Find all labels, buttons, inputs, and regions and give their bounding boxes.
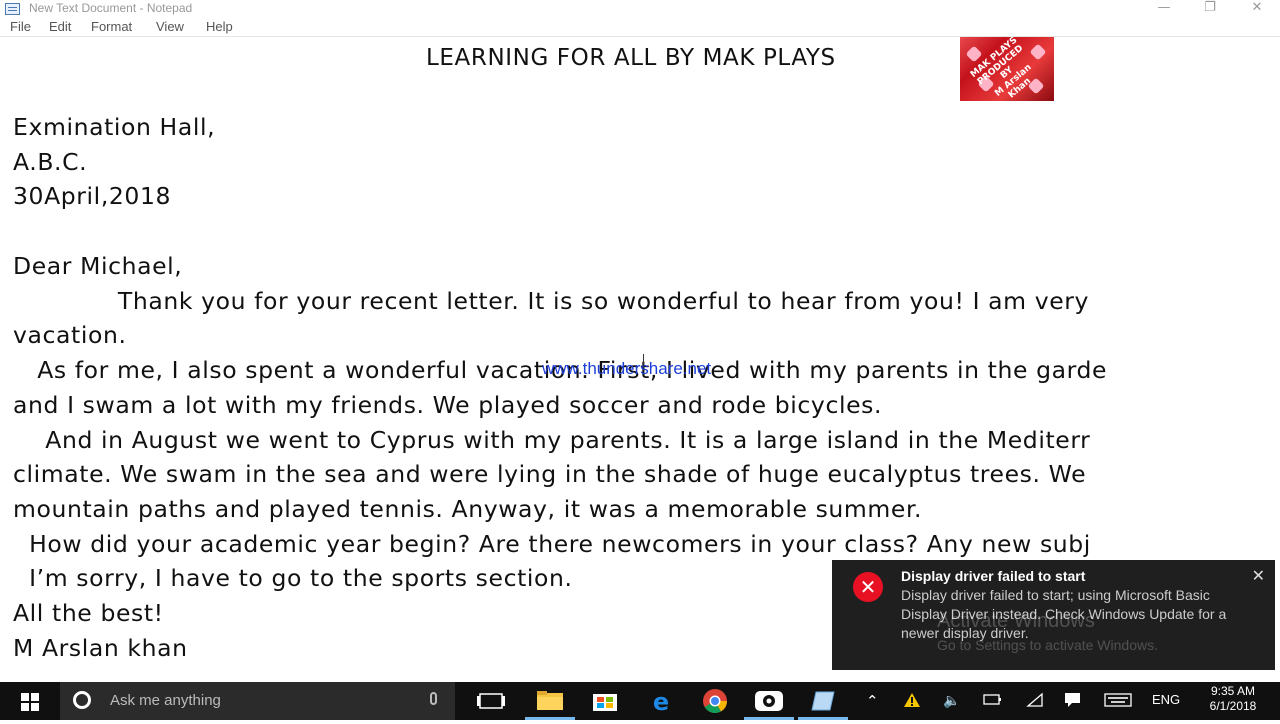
keyboard-icon[interactable]	[1104, 692, 1132, 711]
show-hidden-icons-chevron-icon[interactable]: ⌃	[866, 692, 879, 710]
edge-icon: e	[653, 688, 669, 716]
text-line: All the best!	[13, 599, 164, 627]
close-button[interactable]: ✕	[1234, 0, 1280, 18]
notepad-icon	[5, 3, 20, 15]
svg-text:e: e	[653, 688, 669, 716]
window-title: New Text Document - Notepad	[29, 1, 193, 15]
menu-file[interactable]: File	[10, 19, 31, 34]
text-line: A.B.C.	[13, 148, 88, 176]
activate-windows-watermark: Activate Windows Go to Settings to activ…	[937, 610, 1158, 653]
text-line: M Arslan khan	[13, 634, 188, 662]
clock-date: 6/1/2018	[1209, 699, 1257, 713]
clock[interactable]: 9:35 AM 6/1/2018	[1193, 684, 1273, 714]
message-icon	[1065, 693, 1080, 707]
text-cursor	[643, 354, 644, 368]
taskbar: Ask me anything e ⌃ 🔈 ENG 9:35 AM 6/1/20…	[0, 682, 1280, 720]
edge-button[interactable]: e	[636, 682, 686, 720]
cortana-icon	[73, 691, 91, 709]
warning-triangle-icon	[904, 693, 920, 707]
search-box[interactable]: Ask me anything	[60, 682, 455, 720]
clock-time: 9:35 AM	[1210, 684, 1256, 698]
folder-icon	[525, 691, 575, 720]
text-line: and I swam a lot with my friends. We pla…	[13, 391, 883, 419]
volume-icon[interactable]: 🔈	[943, 692, 960, 709]
text-line: climate. We swam in the sea and were lyi…	[13, 460, 1087, 488]
menu-format[interactable]: Format	[91, 19, 132, 34]
store-icon	[593, 694, 617, 711]
watermark-text: www.thundershare.net	[542, 359, 712, 378]
text-line: How did your academic year begin? Are th…	[13, 530, 1091, 558]
error-icon: ✕	[853, 572, 883, 602]
language-indicator[interactable]: ENG	[1152, 692, 1180, 707]
activate-title: Activate Windows	[937, 610, 1095, 632]
chrome-button[interactable]	[690, 682, 740, 720]
text-line: mountain paths and played tennis. Anyway…	[13, 495, 923, 523]
text-line: Exmination Hall,	[13, 113, 216, 141]
text-line: 30April,2018	[13, 182, 172, 210]
microphone-icon[interactable]	[430, 692, 437, 705]
start-button[interactable]	[0, 682, 60, 720]
battery-icon[interactable]	[983, 692, 1003, 709]
network-icon[interactable]	[1026, 692, 1046, 711]
notepad-taskbar-button[interactable]	[798, 682, 848, 720]
keyboard-shape-icon	[1104, 693, 1132, 707]
wifi-icon	[1026, 692, 1043, 707]
task-view-button[interactable]	[466, 682, 516, 720]
action-center-icon[interactable]	[1064, 692, 1082, 711]
document-heading: LEARNING FOR ALL BY MAK PLAYS	[426, 45, 836, 71]
text-line: vacation.	[13, 321, 127, 349]
activate-subtitle: Go to Settings to activate Windows.	[937, 637, 1158, 653]
media-icon	[744, 691, 794, 720]
title-bar: New Text Document - Notepad — ❐ ✕	[0, 0, 1280, 18]
store-button[interactable]	[580, 682, 630, 720]
menu-help[interactable]: Help	[206, 19, 233, 34]
battery-shape-icon	[983, 694, 1001, 705]
menu-bar: File Edit Format View Help	[0, 18, 1280, 36]
file-explorer-button[interactable]	[525, 682, 575, 720]
notification-close-button[interactable]: ✕	[1252, 566, 1265, 585]
notification-title: Display driver failed to start	[901, 568, 1086, 584]
text-line: And in August we went to Cyprus with my …	[13, 426, 1091, 454]
minimize-button[interactable]: —	[1141, 0, 1187, 18]
text-line: I’m sorry, I have to go to the sports se…	[13, 564, 573, 592]
menu-edit[interactable]: Edit	[49, 19, 71, 34]
text-line: Thank you for your recent letter. It is …	[13, 287, 1090, 315]
channel-logo: MAK PLAYS PRODUCED BY M Arslan Khan	[960, 37, 1054, 101]
chrome-icon	[703, 689, 727, 714]
warning-icon[interactable]	[903, 692, 921, 711]
windows-logo-icon	[21, 693, 39, 711]
menu-view[interactable]: View	[156, 19, 184, 34]
text-line: Dear Michael,	[13, 252, 183, 280]
task-view-icon	[477, 693, 505, 709]
notepad-icon	[798, 691, 848, 720]
maximize-button[interactable]: ❐	[1187, 0, 1233, 18]
media-app-button[interactable]	[744, 682, 794, 720]
search-placeholder: Ask me anything	[110, 692, 221, 709]
